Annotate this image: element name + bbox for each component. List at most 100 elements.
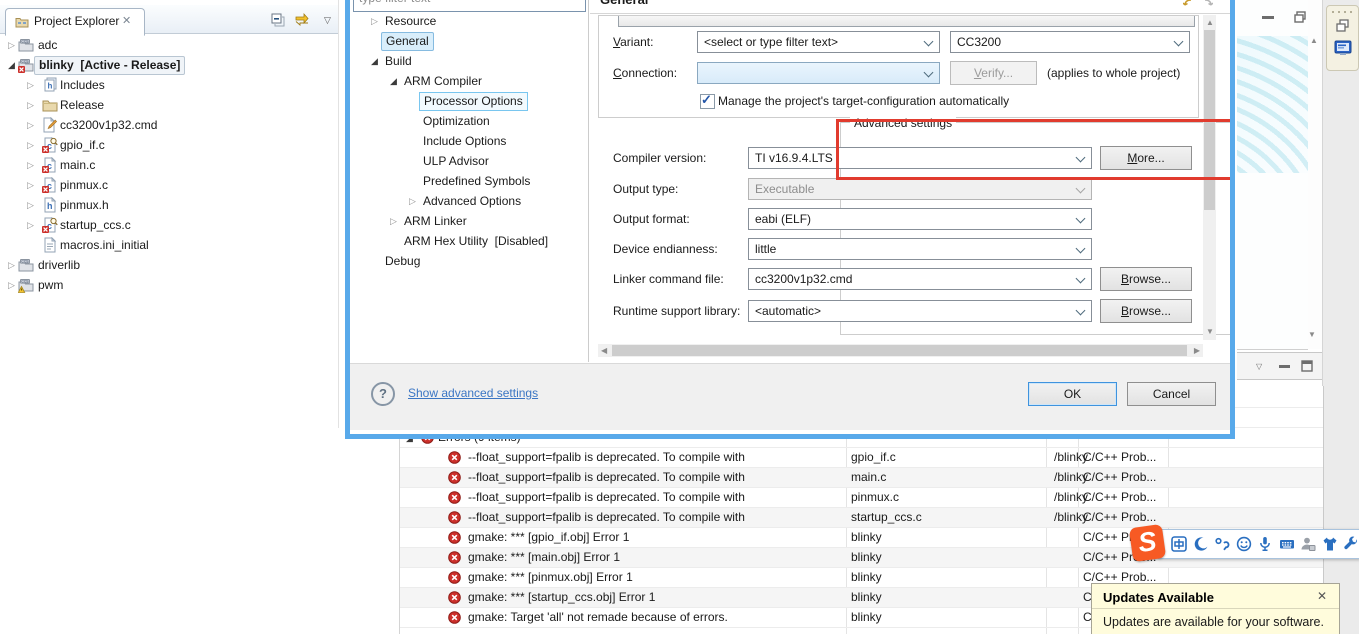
- project-explorer-item[interactable]: ▷ CCS pwm: [0, 275, 339, 295]
- project-explorer-item[interactable]: ▷ cc3200v1p32.cmd: [0, 115, 339, 135]
- linker-command-file-combo[interactable]: cc3200v1p32.cmd: [748, 268, 1092, 290]
- expander-collapsed-icon[interactable]: ▷: [27, 215, 34, 235]
- minimize-view-icon[interactable]: [1262, 16, 1274, 19]
- variant-device-combo[interactable]: CC3200: [950, 31, 1190, 53]
- device-endianness-combo[interactable]: little: [748, 238, 1092, 260]
- smiley-icon[interactable]: [1236, 536, 1252, 552]
- expander-expanded-icon[interactable]: ◢: [8, 55, 15, 75]
- expander-collapsed-icon[interactable]: ▷: [390, 211, 397, 231]
- expander-collapsed-icon[interactable]: ▷: [27, 75, 34, 95]
- expander-collapsed-icon[interactable]: ▷: [27, 115, 34, 135]
- output-type-combo[interactable]: Executable: [748, 178, 1092, 200]
- properties-tree-item[interactable]: ▷ Resource: [350, 11, 588, 31]
- output-format-combo[interactable]: eabi (ELF): [748, 208, 1092, 230]
- expander-collapsed-icon[interactable]: ▷: [27, 135, 34, 155]
- properties-tree-item[interactable]: General: [350, 31, 588, 51]
- properties-tree-item[interactable]: Predefined Symbols: [350, 171, 588, 191]
- project-explorer-item[interactable]: ◢ CCS blinky [Active - Release]: [0, 55, 339, 75]
- check-icon: ✓: [701, 92, 712, 107]
- wrench-icon[interactable]: [1343, 536, 1359, 552]
- problem-description: gmake: Target 'all' not remade because o…: [468, 610, 728, 624]
- project-explorer-item[interactable]: macros.ini_initial: [0, 235, 339, 255]
- sogou-logo-icon[interactable]: S: [1128, 523, 1167, 563]
- problem-resource: blinky: [851, 570, 882, 584]
- view-menu-icon[interactable]: ▽: [1256, 362, 1262, 371]
- properties-tree-item[interactable]: ◢ Build: [350, 51, 588, 71]
- properties-tree-item[interactable]: ▷ ARM Linker: [350, 211, 588, 231]
- properties-tree-item[interactable]: ◢ ARM Compiler: [350, 71, 588, 91]
- console-view-icon[interactable]: [1334, 40, 1352, 60]
- browse-linker-button[interactable]: Browse...: [1100, 267, 1192, 291]
- variant-filter-combo[interactable]: <select or type filter text>: [697, 31, 940, 53]
- expander-collapsed-icon[interactable]: ▷: [371, 11, 378, 31]
- project-explorer-item[interactable]: ▷ Release: [0, 95, 339, 115]
- expander-expanded-icon[interactable]: ◢: [371, 51, 378, 71]
- forward-nav-icon[interactable]: [1203, 0, 1214, 12]
- expander-collapsed-icon[interactable]: ▷: [27, 195, 34, 215]
- svg-text:CCS: CCS: [21, 280, 29, 284]
- content-horizontal-scrollbar[interactable]: ◀ ▶: [598, 344, 1203, 357]
- properties-tree-item[interactable]: ARM Hex Utility [Disabled]: [350, 231, 588, 251]
- microphone-icon[interactable]: [1257, 536, 1273, 552]
- scroll-left-icon[interactable]: ◀: [601, 346, 607, 356]
- ok-button[interactable]: OK: [1028, 382, 1117, 406]
- project-explorer-item[interactable]: ▷ c gpio_if.c: [0, 135, 339, 155]
- project-explorer-item[interactable]: ▷ h pinmux.h: [0, 195, 339, 215]
- scroll-up-icon[interactable]: ▲: [1206, 18, 1214, 28]
- project-explorer-item[interactable]: ▷ CCS driverlib: [0, 255, 339, 275]
- restore-view-icon[interactable]: [1336, 19, 1349, 35]
- runtime-library-combo[interactable]: <automatic>: [748, 300, 1092, 322]
- maximize-view-icon[interactable]: [1294, 11, 1306, 26]
- divider: [1092, 608, 1339, 609]
- expander-expanded-icon[interactable]: ◢: [390, 71, 397, 91]
- manage-config-checkbox[interactable]: ✓: [700, 92, 715, 109]
- connection-combo[interactable]: [697, 62, 940, 84]
- skin-icon[interactable]: [1322, 536, 1338, 552]
- scroll-down-icon[interactable]: ▼: [1308, 330, 1316, 340]
- problem-row[interactable]: --float_support=fpalib is deprecated. To…: [400, 508, 1323, 528]
- expander-collapsed-icon[interactable]: ▷: [27, 95, 34, 115]
- cancel-button[interactable]: Cancel: [1127, 382, 1216, 406]
- properties-tree-item[interactable]: Optimization: [350, 111, 588, 131]
- scrollbar-thumb[interactable]: [612, 345, 1187, 356]
- project-explorer-item[interactable]: ▷ c main.c: [0, 155, 339, 175]
- expander-collapsed-icon[interactable]: ▷: [409, 191, 416, 211]
- problem-row[interactable]: --float_support=fpalib is deprecated. To…: [400, 488, 1323, 508]
- tree-item-label: cc3200v1p32.cmd: [60, 118, 158, 132]
- expander-collapsed-icon[interactable]: ▷: [27, 175, 34, 195]
- cmd-file-icon: [42, 117, 58, 133]
- tree-item-label: ARM Linker: [404, 214, 467, 228]
- properties-tree-item[interactable]: Debug: [350, 251, 588, 271]
- scroll-down-icon[interactable]: ▼: [1206, 327, 1214, 337]
- scroll-right-icon[interactable]: ▶: [1194, 346, 1200, 356]
- back-nav-icon[interactable]: [1182, 0, 1193, 12]
- problem-row[interactable]: --float_support=fpalib is deprecated. To…: [400, 468, 1323, 488]
- problem-resource: blinky: [851, 610, 882, 624]
- project-explorer-item[interactable]: ▷ c startup_ccs.c: [0, 215, 339, 235]
- problem-row[interactable]: --float_support=fpalib is deprecated. To…: [400, 448, 1323, 468]
- minimize-view-icon[interactable]: [1279, 365, 1290, 368]
- expander-collapsed-icon[interactable]: ▷: [27, 155, 34, 175]
- maximize-view-icon[interactable]: [1301, 360, 1313, 375]
- moon-icon[interactable]: [1193, 536, 1209, 552]
- browse-runtime-button[interactable]: Browse...: [1100, 299, 1192, 323]
- verify-button[interactable]: Verify...: [950, 61, 1037, 85]
- project-explorer-item[interactable]: ▷ c pinmux.c: [0, 175, 339, 195]
- keyboard-icon[interactable]: [1279, 536, 1295, 552]
- expander-collapsed-icon[interactable]: ▷: [8, 35, 15, 55]
- project-explorer-item[interactable]: ▷ CCS adc: [0, 35, 339, 55]
- expander-collapsed-icon[interactable]: ▷: [8, 255, 15, 275]
- chinese-input-icon[interactable]: [1171, 536, 1187, 552]
- expander-collapsed-icon[interactable]: ▷: [8, 275, 15, 295]
- properties-tree-item[interactable]: ULP Advisor: [350, 151, 588, 171]
- properties-tree-item[interactable]: Processor Options: [350, 91, 588, 111]
- properties-tree-item[interactable]: ▷ Advanced Options: [350, 191, 588, 211]
- close-icon[interactable]: ✕: [1317, 589, 1327, 603]
- punctuation-icon[interactable]: [1214, 536, 1230, 552]
- show-advanced-settings-link[interactable]: Show advanced settings: [408, 386, 538, 400]
- scroll-up-icon[interactable]: ▲: [1310, 36, 1318, 46]
- properties-tree-item[interactable]: Include Options: [350, 131, 588, 151]
- help-icon[interactable]: ?: [371, 382, 395, 406]
- user-dict-icon[interactable]: [1300, 536, 1316, 552]
- project-explorer-item[interactable]: ▷ h Includes: [0, 75, 339, 95]
